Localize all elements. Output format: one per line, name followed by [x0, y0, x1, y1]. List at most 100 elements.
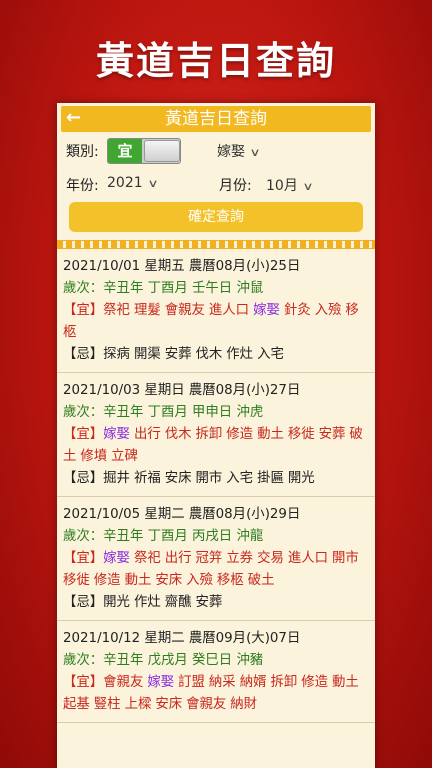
month-dropdown[interactable]: 10月 ∨ — [266, 175, 314, 195]
entry-date: 2021/10/01 星期五 農曆08月(小)25日 — [63, 259, 301, 274]
app-bar-title: 黃道吉日查詢 — [165, 109, 267, 129]
result-entry[interactable]: 2021/10/12 星期二 農曆09月(大)07日 歲次：辛丑年 戊戌月 癸巳日… — [57, 621, 375, 723]
decorative-divider — [57, 240, 375, 249]
month-value: 10月 — [266, 178, 298, 194]
entry-yi: 【宜】祭祀 理髮 會親友 進人口 嫁娶 針灸 入殮 移柩 — [63, 300, 369, 344]
ji-activity: 開市 — [195, 471, 223, 486]
app-screen: ← 黃道吉日查詢 類別: 宜 嫁娶 ∨ 年份: 2021 ∨ 月份: 10月 ∨ 確定… — [57, 103, 375, 768]
entry-date: 2021/10/03 星期日 農曆08月(小)27日 — [63, 383, 301, 398]
yi-activity: 移柩 — [216, 573, 244, 588]
yi-activity: 破土 — [247, 573, 275, 588]
yi-activity: 進人口 — [208, 303, 250, 318]
yi-activity: 嫁娶 — [147, 675, 175, 690]
yi-activity: 立券 — [226, 551, 254, 566]
chevron-down-icon: ∨ — [147, 177, 159, 190]
ji-activity: 探病 — [103, 347, 130, 362]
yi-activity: 開市 — [332, 551, 359, 566]
yi-activity: 動土 — [257, 427, 284, 442]
yi-activity: 進人口 — [287, 551, 329, 566]
ji-activity: 安葬 — [164, 347, 192, 362]
yi-activity: 嫁娶 — [103, 551, 130, 566]
entry-ganzhi: 歲次：辛丑年 丁酉月 甲申日 沖虎 — [63, 405, 264, 420]
yi-ji-toggle[interactable]: 宜 — [107, 138, 181, 164]
entry-date: 2021/10/05 星期二 農曆08月(小)29日 — [63, 507, 301, 522]
toggle-on-label: 宜 — [108, 139, 142, 163]
ji-tag: 【忌】 — [63, 347, 104, 362]
ji-activity: 安葬 — [195, 595, 223, 610]
chevron-down-icon: ∨ — [302, 180, 314, 193]
yi-activity: 冠笄 — [195, 551, 223, 566]
yi-activity: 交易 — [257, 551, 284, 566]
yi-activity: 理髮 — [133, 303, 161, 318]
entry-yi: 【宜】嫁娶 出行 伐木 拆卸 修造 動土 移徙 安葬 破土 修墳 立碑 — [63, 424, 369, 468]
category-row: 類別: 宜 嫁娶 ∨ — [57, 132, 375, 166]
ji-tag: 【忌】 — [63, 595, 104, 610]
ji-activity: 入宅 — [226, 471, 254, 486]
chevron-down-icon: ∨ — [249, 146, 261, 159]
ji-activity: 開渠 — [133, 347, 161, 362]
ji-activity: 開光 — [287, 471, 315, 486]
confirm-query-button[interactable]: 確定查詢 — [69, 202, 363, 232]
yi-activity: 會親友 — [164, 303, 205, 318]
result-entry[interactable]: 2021/10/05 星期二 農曆08月(小)29日 歲次：辛丑年 丁酉月 丙戌日… — [57, 497, 375, 621]
entry-ganzhi: 歲次：辛丑年 丁酉月 丙戌日 沖龍 — [63, 529, 264, 544]
yi-activity: 會親友 — [186, 697, 227, 712]
yi-activity: 入殮 — [314, 303, 342, 318]
ji-activity: 作灶 — [226, 347, 254, 362]
year-label: 年份: — [66, 178, 99, 194]
yi-activity: 出行 — [164, 551, 192, 566]
yi-activity: 納財 — [230, 697, 258, 712]
year-value: 2021 — [107, 175, 143, 191]
year-dropdown[interactable]: 2021 ∨ — [107, 175, 159, 191]
entry-date: 2021/10/12 星期二 農曆09月(大)07日 — [63, 631, 301, 646]
yi-activity: 嫁娶 — [253, 303, 280, 318]
yi-activity: 嫁娶 — [103, 427, 130, 442]
yi-activity: 修造 — [226, 427, 254, 442]
event-value: 嫁娶 — [217, 144, 245, 160]
ji-activity: 作灶 — [133, 595, 161, 610]
ji-activity: 開光 — [103, 595, 130, 610]
yi-activity: 祭祀 — [103, 303, 130, 318]
yi-activity: 移徙 — [287, 427, 315, 442]
entry-ji: 【忌】掘井 祈福 安床 開市 入宅 掛匾 開光 — [63, 468, 369, 490]
yi-activity: 修墳 — [80, 449, 108, 464]
back-arrow-icon[interactable]: ← — [66, 107, 81, 129]
app-bar: ← 黃道吉日查詢 — [61, 106, 371, 132]
ji-activity: 齋醮 — [164, 595, 192, 610]
date-row: 年份: 2021 ∨ 月份: 10月 ∨ — [57, 166, 375, 200]
yi-activity: 安葬 — [318, 427, 346, 442]
ji-activity: 入宅 — [257, 347, 284, 362]
results-list: 2021/10/01 星期五 農曆08月(小)25日 歲次：辛丑年 丁酉月 壬午日… — [57, 249, 375, 723]
entry-yi: 【宜】嫁娶 祭祀 出行 冠笄 立券 交易 進人口 開市移徙 修造 動土 安床 入殮 移柩 破土 — [63, 548, 369, 592]
entry-ganzhi: 歲次：辛丑年 丁酉月 壬午日 沖鼠 — [63, 281, 264, 296]
yi-tag: 【宜】 — [63, 427, 104, 442]
yi-activity: 會親友 — [103, 675, 144, 690]
result-entry[interactable]: 2021/10/03 星期日 農曆08月(小)27日 歲次：辛丑年 丁酉月 甲申日… — [57, 373, 375, 497]
event-dropdown[interactable]: 嫁娶 ∨ — [217, 141, 261, 161]
yi-activity: 修造 — [301, 675, 329, 690]
yi-activity: 拆卸 — [195, 427, 223, 442]
ji-activity: 安床 — [164, 471, 192, 486]
ji-activity: 伐木 — [195, 347, 223, 362]
yi-activity: 訂盟 — [178, 675, 205, 690]
yi-activity: 上樑 — [124, 697, 152, 712]
yi-activity: 伐木 — [164, 427, 192, 442]
yi-activity: 入殮 — [186, 573, 213, 588]
ji-tag: 【忌】 — [63, 471, 104, 486]
toggle-knob[interactable] — [144, 140, 180, 162]
yi-activity: 出行 — [133, 427, 161, 442]
ji-activity: 祈福 — [133, 471, 161, 486]
category-label: 類別: — [66, 144, 99, 160]
yi-activity: 起基 — [63, 697, 90, 712]
yi-activity: 豎柱 — [93, 697, 121, 712]
result-entry[interactable]: 2021/10/01 星期五 農曆08月(小)25日 歲次：辛丑年 丁酉月 壬午日… — [57, 249, 375, 373]
yi-activity: 拆卸 — [270, 675, 298, 690]
yi-tag: 【宜】 — [63, 303, 104, 318]
yi-activity: 修造 — [93, 573, 121, 588]
yi-activity: 安床 — [155, 573, 183, 588]
entry-ji: 【忌】探病 開渠 安葬 伐木 作灶 入宅 — [63, 344, 369, 366]
yi-activity: 動土 — [332, 675, 359, 690]
entry-ganzhi: 歲次：辛丑年 戊戌月 癸巳日 沖豬 — [63, 653, 264, 668]
hero-title: 黃道吉日查詢 — [95, 39, 336, 83]
yi-activity: 立碑 — [111, 449, 138, 464]
